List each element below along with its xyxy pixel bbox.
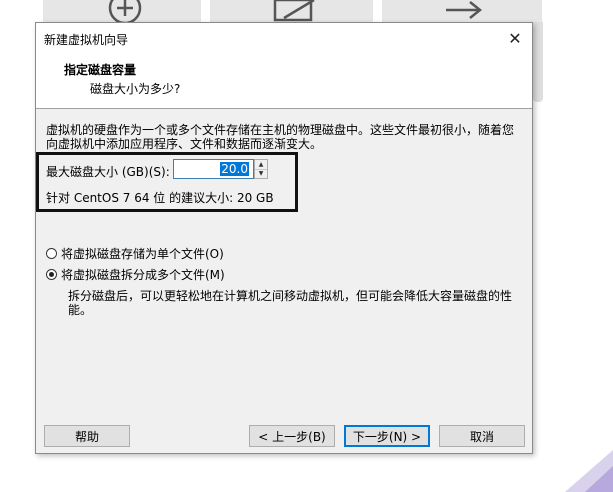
bg-tile-edit[interactable] <box>210 0 373 23</box>
help-button[interactable]: 帮助 <box>44 425 130 447</box>
radio-split-files-icon[interactable] <box>46 269 57 280</box>
radio-single-file-icon[interactable] <box>46 248 57 259</box>
bg-tile-open[interactable] <box>382 0 542 23</box>
radio-split-files[interactable]: 将虚拟磁盘拆分成多个文件(M) <box>46 266 225 283</box>
title-bar[interactable]: 新建虚拟机向导 ✕ <box>36 23 532 53</box>
recommended-size-text: 针对 CentOS 7 64 位 的建议大小: 20 GB <box>46 191 274 205</box>
decoration-stripes <box>565 450 613 492</box>
close-button[interactable]: ✕ <box>504 27 526 49</box>
cancel-button[interactable]: 取消 <box>439 425 525 447</box>
radio-split-files-label[interactable]: 将虚拟磁盘拆分成多个文件(M) <box>61 266 225 283</box>
bg-tile-create[interactable] <box>43 0 201 23</box>
plus-circle-icon <box>108 0 142 22</box>
max-disk-size-label: 最大磁盘大小 (GB)(S): <box>46 165 170 179</box>
step-title: 指定磁盘容量 <box>64 63 137 77</box>
new-vm-wizard-dialog: 新建虚拟机向导 ✕ 指定磁盘容量 磁盘大小为多少? 虚拟机的硬盘作为一个或多个文… <box>35 22 533 454</box>
disk-description: 虚拟机的硬盘作为一个或多个文件存储在主机的物理磁盘中。这些文件最初很小，随着您向… <box>46 123 515 151</box>
radio-single-file[interactable]: 将虚拟磁盘存储为单个文件(O) <box>46 245 224 262</box>
arrow-right-icon <box>446 1 483 19</box>
radio-single-file-label[interactable]: 将虚拟磁盘存储为单个文件(O) <box>61 245 224 262</box>
dialog-title: 新建虚拟机向导 <box>44 33 129 47</box>
back-button[interactable]: < 上一步(B) <box>249 425 335 447</box>
background-scrollbar[interactable] <box>533 22 543 102</box>
stepper-down-icon[interactable]: ▼ <box>255 169 267 178</box>
disk-size-stepper[interactable]: ▲ ▼ <box>254 159 268 179</box>
next-button[interactable]: 下一步(N) > <box>344 425 430 447</box>
split-files-note: 拆分磁盘后，可以更轻松地在计算机之间移动虚拟机，但可能会降低大容量磁盘的性能。 <box>68 289 513 317</box>
step-subtitle: 磁盘大小为多少? <box>90 82 181 96</box>
wizard-header: 指定磁盘容量 磁盘大小为多少? <box>36 53 532 109</box>
disk-size-input[interactable]: 20.0 <box>173 159 254 179</box>
disk-size-value[interactable]: 20.0 <box>220 162 249 176</box>
edit-icon <box>273 0 315 22</box>
